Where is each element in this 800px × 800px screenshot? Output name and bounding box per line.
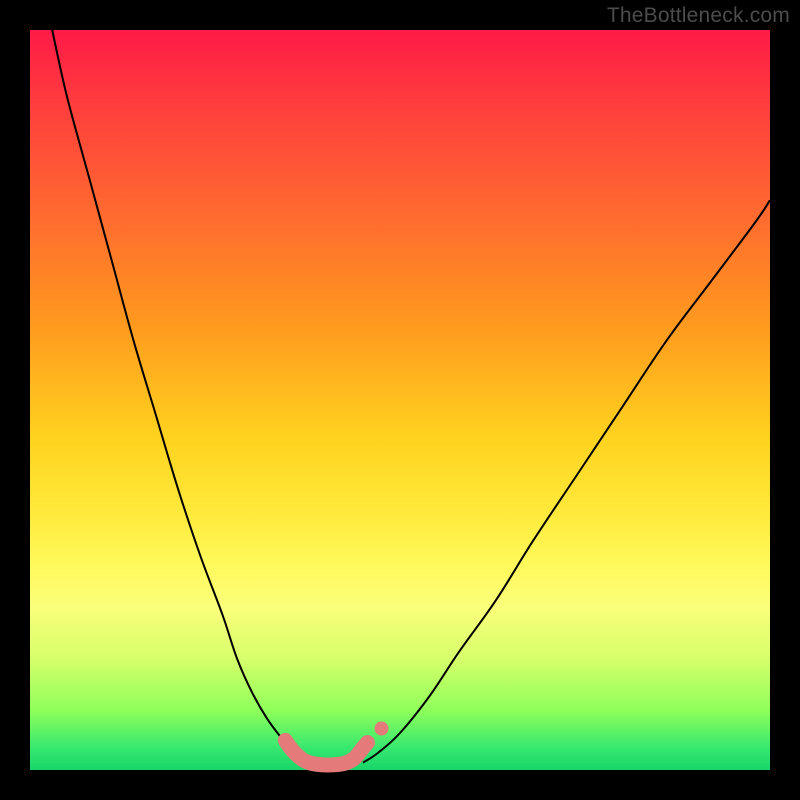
bottleneck-curve-right — [363, 200, 770, 762]
bottleneck-curve — [52, 30, 311, 765]
highlight-dot — [375, 722, 389, 736]
chart-frame: TheBottleneck.com — [0, 0, 800, 800]
chart-svg — [30, 30, 770, 770]
plot-area — [30, 30, 770, 770]
highlight-band — [285, 740, 367, 765]
watermark-text: TheBottleneck.com — [607, 4, 790, 28]
